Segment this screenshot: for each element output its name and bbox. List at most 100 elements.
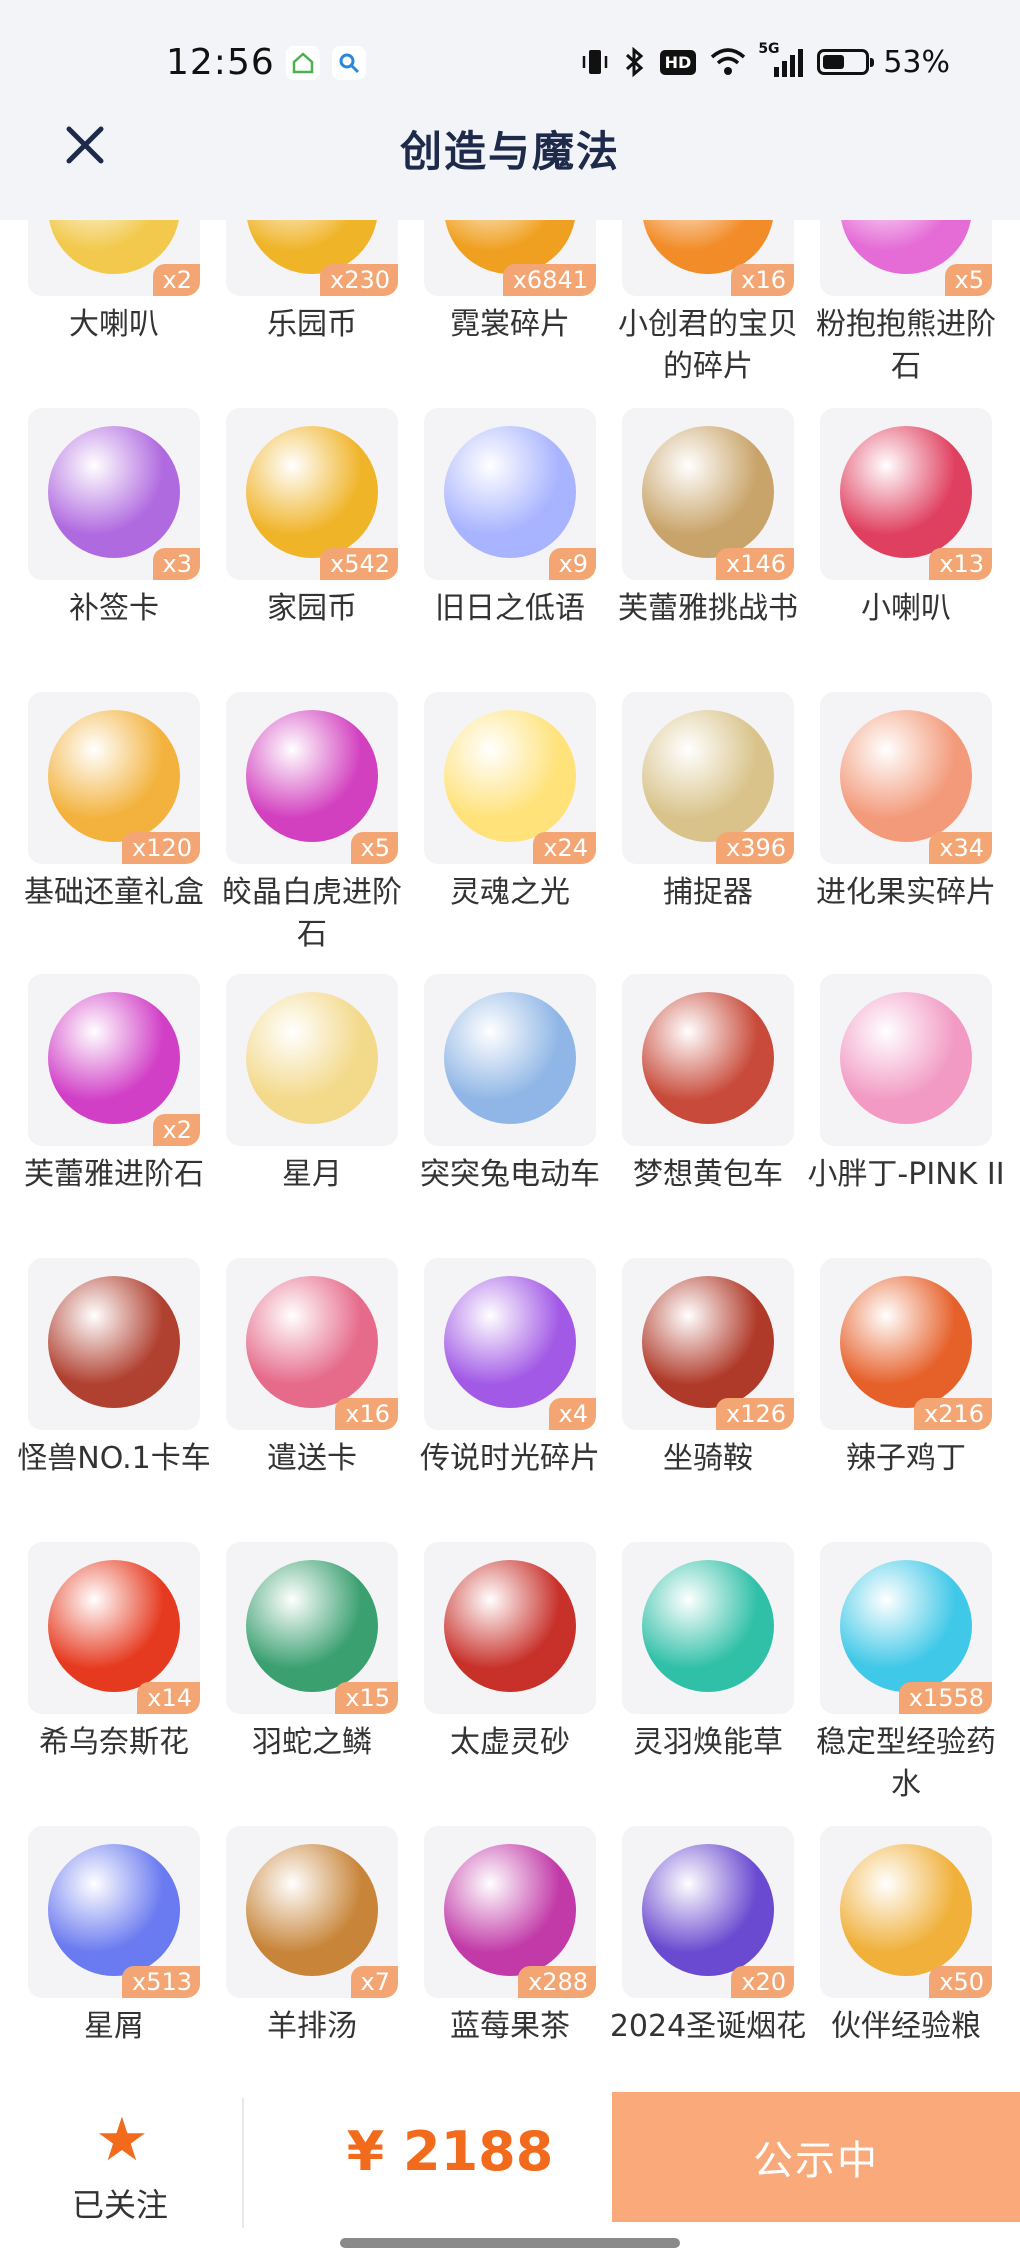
item-name: 旧日之低语: [435, 591, 585, 626]
item-count-badge: x34: [929, 832, 992, 864]
item-name: 家园币: [267, 591, 357, 626]
item-count-badge: x14: [137, 1682, 200, 1714]
item-thumbnail: [622, 974, 794, 1146]
item-name: 突突兔电动车: [420, 1157, 600, 1192]
network-type: 5G: [758, 41, 780, 57]
item-image: [246, 992, 378, 1124]
follow-label: 已关注: [71, 2186, 168, 2224]
item-thumbnail: x216: [820, 1258, 992, 1430]
item-image: [642, 1276, 774, 1408]
price: ¥ 2188: [346, 2120, 554, 2183]
item-image: [48, 1560, 180, 1692]
bluetooth-icon: [624, 46, 646, 78]
item-count-badge: x5: [350, 832, 398, 864]
top-bar: 12:56 HD 5G 53% 创造与魔法: [0, 0, 1020, 220]
item-name: 进化果实碎片: [816, 875, 996, 910]
item-name: 遣送卡: [267, 1441, 357, 1476]
search-app-icon: [332, 46, 366, 80]
item-thumbnail: x16: [226, 1258, 398, 1430]
vibrate-icon: [580, 47, 610, 77]
item-thumbnail: x34: [820, 692, 992, 864]
item-image: [246, 426, 378, 558]
item-thumbnail: x513: [28, 1826, 200, 1998]
cell-signal-icon: 5G: [758, 41, 804, 77]
item-thumbnail: [820, 974, 992, 1146]
item-image: [840, 992, 972, 1124]
divider: [242, 2098, 244, 2228]
status-icons: HD 5G 53%: [580, 40, 950, 84]
item-image: [444, 992, 576, 1124]
item-count-badge: x2: [152, 264, 200, 296]
item-thumbnail: [226, 974, 398, 1146]
item-name: 羽蛇之鳞: [252, 1725, 372, 1760]
item-image: [48, 426, 180, 558]
item-name: 皎晶白虎进阶石: [222, 875, 402, 952]
item-image: [48, 710, 180, 842]
item-name: 羊排汤: [267, 2009, 357, 2044]
item-count-badge: x288: [517, 1966, 596, 1998]
item-count-badge: x120: [121, 832, 200, 864]
item-image: [246, 710, 378, 842]
item-thumbnail: x13: [820, 408, 992, 580]
item-image: [444, 1844, 576, 1976]
item-name: 基础还童礼盒: [24, 875, 204, 910]
item-name: 星月: [282, 1157, 342, 1192]
item-image: [48, 1276, 180, 1408]
item-name: 稳定型经验药水: [816, 1725, 996, 1802]
item-count-badge: x146: [715, 548, 794, 580]
item-image: [48, 992, 180, 1124]
item-count-badge: x4: [548, 1398, 596, 1430]
star-icon: ★: [95, 2105, 149, 2175]
item-name: 怪兽NO.1卡车: [17, 1441, 211, 1476]
item-name: 霓裳碎片: [450, 307, 570, 342]
item-count-badge: x13: [929, 548, 992, 580]
item-image: [246, 1276, 378, 1408]
status-bar: 12:56 HD 5G 53%: [0, 0, 1020, 130]
item-thumbnail: x7: [226, 1826, 398, 1998]
item-count-badge: x542: [319, 548, 398, 580]
item-name: 伙伴经验粮: [831, 2009, 981, 2044]
item-name: 辣子鸡丁: [846, 1441, 966, 1476]
home-indicator[interactable]: [340, 2238, 680, 2248]
item-name: 小喇叭: [861, 591, 951, 626]
item-name: 捕捉器: [663, 875, 753, 910]
item-count-badge: x15: [335, 1682, 398, 1714]
item-image: [246, 1844, 378, 1976]
item-thumbnail: x2: [28, 974, 200, 1146]
item-thumbnail: x24: [424, 692, 596, 864]
status-button[interactable]: 公示中: [612, 2092, 1020, 2222]
item-thumbnail: x120: [28, 692, 200, 864]
item-thumbnail: x542: [226, 408, 398, 580]
item-name: 2024圣诞烟花: [609, 2009, 807, 2044]
item-thumbnail: [28, 1258, 200, 1430]
battery-percent: 53%: [883, 44, 950, 80]
item-name: 太虚灵砂: [450, 1725, 570, 1760]
item-image: [840, 1844, 972, 1976]
item-thumbnail: x126: [622, 1258, 794, 1430]
item-image: [444, 426, 576, 558]
item-count-badge: x216: [913, 1398, 992, 1430]
item-name: 梦想黄包车: [633, 1157, 783, 1192]
item-name: 补签卡: [69, 591, 159, 626]
follow-button[interactable]: ★ 已关注: [60, 2105, 180, 2224]
item-grid: x2 大喇叭 x230 乐园币 x6841 霓裳碎片 x16 小创君的宝贝的碎片 x5 粉抱抱熊进…: [0, 0, 1020, 2090]
item-thumbnail: x15: [226, 1542, 398, 1714]
item-name: 乐园币: [267, 307, 357, 342]
item-image: [642, 710, 774, 842]
item-count-badge: x513: [121, 1966, 200, 1998]
item-thumbnail: x5: [226, 692, 398, 864]
item-name: 粉抱抱熊进阶石: [816, 307, 996, 384]
item-thumbnail: x146: [622, 408, 794, 580]
item-name: 希乌奈斯花: [39, 1725, 189, 1760]
item-thumbnail: x3: [28, 408, 200, 580]
item-count-badge: x7: [350, 1966, 398, 1998]
item-count-badge: x396: [715, 832, 794, 864]
item-count-badge: x9: [548, 548, 596, 580]
item-name: 传说时光碎片: [420, 1441, 600, 1476]
battery-icon: [817, 49, 875, 75]
bottom-bar: ★ 已关注 ¥ 2188 公示中: [0, 2090, 1020, 2267]
hd-badge: HD: [659, 49, 697, 75]
item-name: 坐骑鞍: [663, 1441, 753, 1476]
item-count-badge: x16: [335, 1398, 398, 1430]
wifi-icon: [710, 47, 746, 77]
